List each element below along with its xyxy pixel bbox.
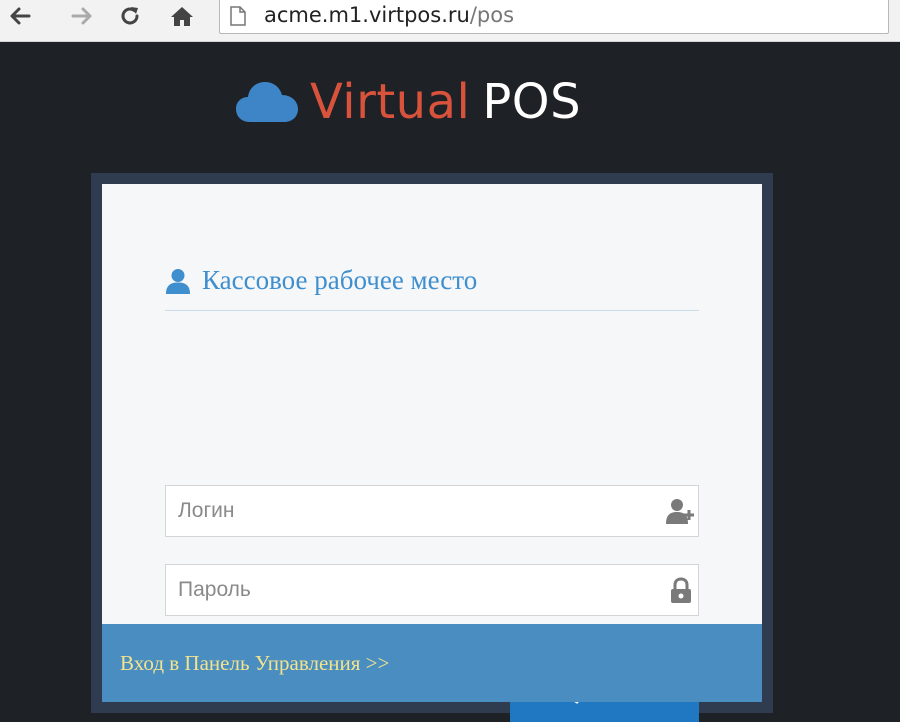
login-input[interactable]	[166, 486, 656, 536]
home-icon	[171, 7, 193, 26]
page-content: Virtual POS Кассовое рабочее место Логин…	[3, 42, 900, 722]
reload-button[interactable]	[114, 2, 146, 30]
url-path: /pos	[469, 3, 515, 27]
page-icon	[230, 6, 246, 26]
admin-panel-link[interactable]: Вход в Панель Управления >>	[120, 651, 389, 676]
app-logo: Virtual POS	[236, 72, 581, 132]
reload-icon	[121, 7, 139, 25]
user-icon	[166, 269, 190, 294]
browser-toolbar: acme.m1.virtpos.ru/pos	[0, 0, 900, 42]
address-bar[interactable]: acme.m1.virtpos.ru/pos	[219, 0, 889, 34]
cloud-icon	[236, 82, 298, 122]
logo-word-virtual: Virtual	[310, 74, 471, 130]
url-text: acme.m1.virtpos.ru/pos	[264, 2, 514, 28]
login-card: Кассовое рабочее место Логин	[102, 184, 762, 722]
login-field	[165, 485, 699, 537]
arrow-right-icon	[71, 7, 92, 25]
forward-button[interactable]	[66, 2, 98, 30]
url-host: acme.m1.virtpos.ru	[264, 3, 470, 27]
back-button[interactable]	[4, 2, 36, 30]
password-input[interactable]	[166, 565, 656, 615]
logo-text: Virtual POS	[310, 72, 581, 132]
login-header: Кассовое рабочее место	[165, 262, 699, 311]
home-button[interactable]	[166, 2, 198, 30]
password-field	[165, 564, 699, 616]
lock-icon	[671, 577, 691, 603]
logo-word-pos: POS	[482, 74, 582, 130]
arrow-left-icon	[10, 7, 31, 25]
admin-footer: Вход в Панель Управления >>	[102, 624, 762, 702]
login-title: Кассовое рабочее место	[202, 265, 478, 295]
login-panel: Кассовое рабочее место Логин Вход в Пане…	[91, 173, 773, 722]
user-add-icon	[666, 499, 694, 524]
